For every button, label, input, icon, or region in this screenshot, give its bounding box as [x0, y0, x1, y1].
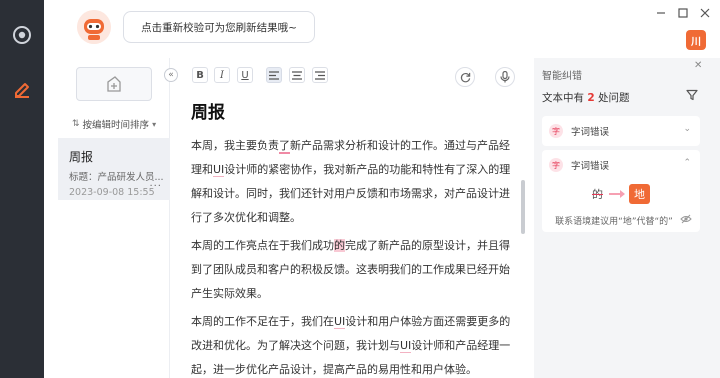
count-number: 2	[587, 92, 595, 104]
document-list-panel	[58, 58, 170, 378]
new-document-button[interactable]	[76, 67, 152, 101]
count-suffix: 处问题	[598, 92, 630, 104]
close-icon[interactable]	[698, 6, 712, 20]
underline-button[interactable]: U	[237, 67, 253, 83]
left-rail	[0, 0, 44, 378]
document-item[interactable]: 周报 标题：产品研发人员... 2023-09-08 15:55 ···	[58, 138, 170, 200]
sort-icon: ⇅	[72, 119, 80, 129]
align-right-icon	[315, 70, 325, 80]
assistant-avatar	[77, 10, 111, 44]
refresh-icon	[460, 72, 470, 82]
more-options-icon[interactable]: ···	[149, 181, 162, 192]
format-button[interactable]: 川	[686, 30, 706, 50]
text-run: 本周的工作亮点在于我们成功	[191, 239, 334, 252]
voice-input-button[interactable]	[495, 67, 515, 87]
sort-dropdown[interactable]: ⇅ 按编辑时间排序 ▾	[72, 117, 156, 131]
ignore-eye-icon[interactable]	[680, 214, 692, 227]
sort-label: 按编辑时间排序	[82, 120, 150, 131]
wrong-word: 的	[592, 188, 603, 201]
align-left-button[interactable]	[266, 67, 282, 83]
hint-bubble: 点击重新校验可为您刷新结果哦~	[123, 11, 315, 43]
edit-check-icon[interactable]	[11, 77, 33, 99]
suggested-word-button[interactable]: 地	[629, 184, 650, 204]
italic-button[interactable]: I	[214, 67, 230, 83]
refresh-button[interactable]	[455, 67, 475, 87]
suggestion-row: 联系语境建议用“地”代替“的”	[542, 214, 700, 227]
text-run: 本周，我主要负责	[191, 139, 279, 152]
chevron-up-icon[interactable]: ⌃	[683, 158, 691, 168]
document-heading[interactable]: 周报	[191, 98, 225, 123]
chevron-down-icon[interactable]: ⌄	[683, 124, 691, 134]
paragraph-2[interactable]: 本周的工作亮点在于我们成功的完成了新产品的原型设计，并且得到了团队成员和客户的积…	[191, 234, 513, 306]
text-run-ui: UI	[400, 339, 412, 353]
issue-label: 字词错误	[571, 127, 610, 138]
target-icon[interactable]	[11, 24, 33, 46]
paragraph-1[interactable]: 本周，我主要负责了新产品需求分析和设计的工作。通过与产品经理和UI设计师的紧密协…	[191, 134, 513, 230]
new-doc-icon	[107, 76, 121, 92]
suggestion-text: 联系语境建议用“地”代替“的”	[555, 217, 673, 227]
count-prefix: 文本中有	[542, 92, 584, 104]
issue-label: 字词错误	[571, 161, 610, 172]
issue-tag: 字	[549, 158, 563, 172]
text-run-ui: UI	[213, 163, 225, 177]
editor-scrollbar[interactable]	[521, 180, 525, 234]
align-left-icon	[269, 70, 279, 80]
paragraph-3[interactable]: 本周的工作不足在于，我们在UI设计和用户体验方面还需要更多的改进和优化。为了解决…	[191, 310, 513, 378]
issue-card-2[interactable]: 字 字词错误 ⌃ 的 地 联系语境建议用“地”代替“的”	[542, 150, 700, 232]
align-center-icon	[292, 70, 302, 80]
panel-close-icon[interactable]: ✕	[694, 60, 702, 71]
text-run: 本周的工作不足在于，我们在	[191, 315, 334, 328]
microphone-icon	[500, 71, 510, 83]
correction-preview: 的 地	[542, 184, 700, 204]
issue-card-1[interactable]: 字 字词错误 ⌄	[542, 116, 700, 146]
minimize-icon[interactable]	[654, 6, 668, 20]
bold-button[interactable]: B	[192, 67, 208, 83]
text-run: 设计师的紧密协作，我对新产品的功能和特性有了深入的理解和设计。同时，我们还针对用…	[191, 163, 511, 224]
maximize-icon[interactable]	[676, 6, 690, 20]
arrow-icon	[609, 190, 625, 198]
text-run-ui: UI	[334, 315, 346, 329]
error-highlight-1[interactable]: 了	[279, 139, 290, 154]
align-center-button[interactable]	[289, 67, 305, 83]
chevron-down-icon: ▾	[152, 119, 157, 129]
align-right-button[interactable]	[312, 67, 328, 83]
error-highlight-2[interactable]: 的	[334, 239, 345, 252]
collapse-panel-button[interactable]: «	[164, 68, 178, 82]
panel-title: 智能纠错	[542, 71, 582, 82]
filter-icon[interactable]	[686, 89, 698, 101]
document-title: 周报	[69, 150, 94, 164]
issue-tag: 字	[549, 124, 563, 138]
issue-count: 文本中有 2 处问题	[542, 90, 630, 105]
